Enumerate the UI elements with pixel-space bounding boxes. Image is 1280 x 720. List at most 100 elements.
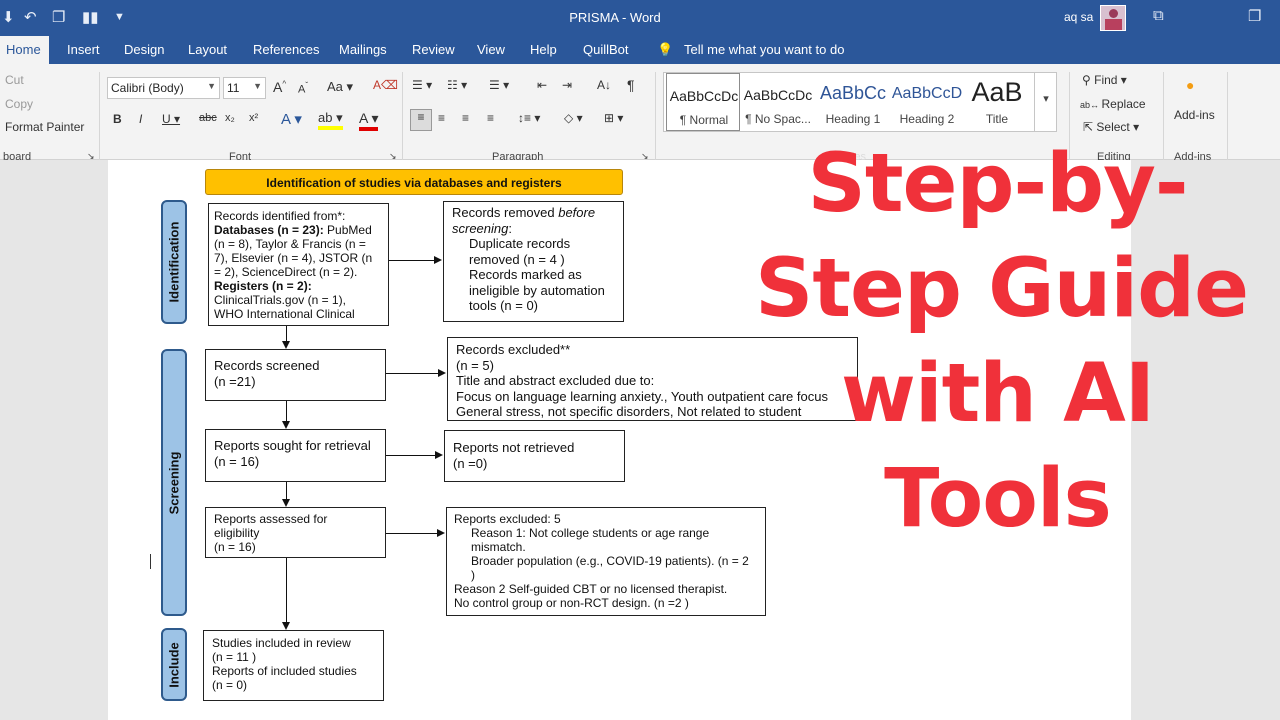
records-screened-line: (n =21) (214, 374, 256, 389)
arrow-screened-excluded (386, 373, 439, 374)
text-cursor (150, 554, 151, 569)
line-spacing-icon[interactable]: ↕≡ ▾ (518, 111, 540, 125)
user-avatar[interactable] (1100, 5, 1126, 31)
font-size-combo[interactable]: 11 ▼ (223, 77, 266, 99)
justify-icon[interactable]: ≡ (487, 111, 494, 125)
tab-view[interactable]: View (477, 42, 505, 57)
ribbon-tabs: Home Insert Design Layout References Mai… (0, 36, 1280, 64)
reports-assessed-line: Reports assessed for (214, 512, 328, 526)
studies-included-box[interactable]: Studies included in review (n = 11 ) Rep… (203, 630, 384, 701)
underline-icon[interactable]: U ▾ (162, 112, 180, 126)
shading-icon[interactable]: ◇ ▾ (564, 111, 583, 125)
tab-help[interactable]: Help (530, 42, 557, 57)
style-title-name: Title (985, 112, 1009, 126)
format-painter-button[interactable]: Format Painter (5, 120, 84, 134)
user-name[interactable]: aq sa (1064, 10, 1093, 24)
records-screened-box[interactable]: Records screened (n =21) (205, 349, 386, 401)
phase-include: Include (161, 628, 187, 701)
bold-icon[interactable]: B (113, 112, 122, 126)
font-name-combo[interactable]: Calibri (Body) ▼ (107, 77, 220, 99)
style-heading-2[interactable]: AaBbCcD Heading 2 (890, 73, 964, 131)
style-heading-1[interactable]: AaBbCc Heading 1 (816, 73, 890, 131)
replace-button[interactable]: ab↔ Replace (1080, 97, 1146, 111)
style-title[interactable]: AaB Title (960, 73, 1034, 131)
style-normal-preview: AaBbCcDc (669, 88, 739, 104)
shrink-font-icon[interactable]: Aˇ (298, 81, 308, 96)
style-heading-2-preview: AaBbCcD (891, 85, 963, 102)
sort-icon[interactable]: A↓ (597, 78, 611, 92)
records-removed-box[interactable]: Records removed before screening: Duplic… (443, 201, 624, 322)
change-case-icon[interactable]: Aa ▾ (327, 79, 353, 95)
reports-not-retrieved-box[interactable]: Reports not retrieved (n =0) (444, 430, 625, 482)
copy-button[interactable]: Copy (5, 97, 33, 111)
style-normal[interactable]: AaBbCcDc ¶ Normal (666, 73, 740, 131)
subscript-icon[interactable]: x₂ (225, 112, 235, 124)
tab-mailings[interactable]: Mailings (339, 42, 387, 57)
arrow-assessed-included (286, 558, 287, 622)
studies-included-line: Reports of included studies (212, 664, 357, 678)
tab-design[interactable]: Design (124, 42, 164, 57)
records-removed-heading2: screening: (452, 221, 618, 237)
overlay-headline: Step-by- Step Guide with AI Tools (755, 132, 1249, 552)
align-right-icon[interactable]: ≡ (462, 111, 469, 125)
tab-layout[interactable]: Layout (188, 42, 227, 57)
borders-icon[interactable]: ⊞ ▾ (604, 111, 623, 125)
multilevel-list-icon[interactable]: ☰ ▾ (489, 78, 509, 92)
find-button[interactable]: ⚲ Find ▾ (1082, 73, 1127, 87)
overlay-line: with AI (840, 347, 1155, 441)
tab-quillbot[interactable]: QuillBot (583, 42, 629, 57)
style-heading-1-name: Heading 1 (825, 112, 881, 126)
tab-references[interactable]: References (253, 42, 319, 57)
style-heading-2-name: Heading 2 (899, 112, 955, 126)
reports-excluded-line: No control group or non-RCT design. (n =… (454, 596, 689, 610)
style-no-spacing[interactable]: AaBbCcDc ¶ No Spac... (741, 73, 815, 131)
italic-icon[interactable]: I (139, 112, 142, 126)
addins-icon[interactable]: ● (1186, 77, 1194, 93)
tab-review[interactable]: Review (412, 42, 455, 57)
reports-excluded-box[interactable]: Reports excluded: 5 Reason 1: Not colleg… (446, 507, 766, 616)
reports-excluded-line: mismatch. (471, 540, 526, 554)
records-identified-box[interactable]: Records identified from*: Databases (n =… (208, 203, 389, 326)
records-removed-text: Records removed (452, 205, 559, 220)
overlay-line: Step Guide (755, 242, 1249, 336)
restore-window-icon[interactable]: ❐ (1248, 7, 1261, 25)
grow-font-icon[interactable]: A^ (273, 79, 286, 95)
style-normal-name: ¶ Normal (679, 113, 729, 127)
tab-home[interactable]: Home (0, 36, 49, 64)
ribbon-display-options-icon[interactable]: ⧉ (1153, 7, 1164, 24)
show-formatting-icon[interactable]: ¶ (627, 77, 635, 93)
align-left-icon[interactable]: ≡ (410, 109, 432, 131)
find-label: Find (1094, 73, 1118, 87)
tab-insert[interactable]: Insert (67, 42, 100, 57)
studies-included-line: Studies included in review (212, 636, 351, 650)
records-identified-line: WHO International Clinical (214, 307, 355, 321)
clear-formatting-icon[interactable]: A⌫ (373, 78, 398, 92)
arrow-identified-screened (286, 326, 287, 341)
tell-me-search[interactable]: Tell me what you want to do (684, 42, 844, 57)
reports-assessed-box[interactable]: Reports assessed for eligibility (n = 16… (205, 507, 386, 558)
addins-button[interactable]: Add-ins (1174, 108, 1215, 122)
reports-sought-box[interactable]: Reports sought for retrieval (n = 16) (205, 429, 386, 482)
studies-included-line: (n = 0) (212, 678, 248, 692)
font-size-value: 11 (227, 81, 240, 95)
highlight-icon[interactable]: ab ▾ (318, 110, 343, 130)
reports-sought-line: (n = 16) (214, 454, 260, 469)
numbering-icon[interactable]: ☷ ▾ (447, 78, 467, 92)
arrowhead (437, 529, 445, 537)
increase-indent-icon[interactable]: ⇥ (562, 78, 572, 92)
cut-button[interactable]: Cut (5, 73, 24, 87)
text-effects-icon[interactable]: A ▾ (281, 110, 302, 128)
reports-assessed-line: eligibility (214, 526, 260, 540)
bullets-icon[interactable]: ☰ ▾ (412, 78, 432, 92)
decrease-indent-icon[interactable]: ⇤ (537, 78, 547, 92)
font-color-icon[interactable]: A ▾ (359, 110, 379, 131)
align-center-icon[interactable]: ≡ (438, 111, 445, 125)
arrowhead (434, 256, 442, 264)
lightbulb-icon: 💡 (657, 42, 674, 57)
styles-more-icon[interactable]: ▾ (1034, 72, 1057, 132)
records-removed-line: Duplicate records (469, 236, 571, 251)
superscript-icon[interactable]: x² (249, 112, 258, 124)
arrow-sought-assessed (286, 482, 287, 499)
strikethrough-icon[interactable]: abc (199, 112, 217, 124)
phase-identification: Identification (161, 200, 187, 324)
